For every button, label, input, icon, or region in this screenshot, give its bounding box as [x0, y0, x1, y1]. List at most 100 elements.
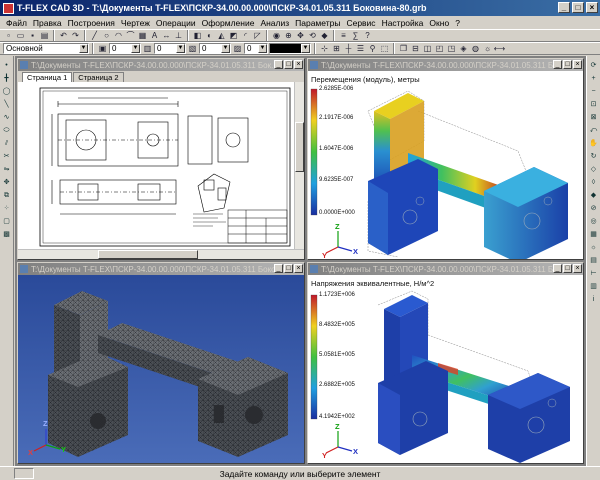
minimize-button[interactable]: _ [558, 2, 570, 13]
snap-icon[interactable]: ⊹ [319, 43, 330, 54]
style-field[interactable]: 0 ▼ [199, 43, 231, 54]
drawing-window-titlebar[interactable]: T:\Документы T-FLEX\ПСКР-34.00.00.000\ПС… [18, 59, 304, 71]
mesh-window-titlebar[interactable]: T:\Документы T-FLEX\ПСКР-34.00.00.000\ПС… [18, 263, 304, 275]
save-icon[interactable]: ▪ [27, 30, 38, 41]
menu-file[interactable]: Файл [3, 18, 30, 28]
tab-page-1[interactable]: Страница 1 [22, 72, 73, 82]
close-button[interactable]: × [294, 264, 303, 273]
view-top-icon[interactable]: ◰ [434, 43, 445, 54]
priority-field[interactable]: 0 ▼ [154, 43, 186, 54]
menu-help[interactable]: ? [452, 18, 463, 28]
zoom-out-icon[interactable]: − [588, 86, 599, 97]
menu-service[interactable]: Сервис [343, 18, 378, 28]
hatch-icon[interactable]: ▦ [137, 30, 148, 41]
stress-window-titlebar[interactable]: T:\Документы T-FLEX\ПСКР-34.00.00.000\ПС… [308, 263, 583, 275]
open-file-icon[interactable]: ▭ [15, 30, 26, 41]
camera-icon[interactable]: ◎ [588, 216, 599, 227]
menu-construct[interactable]: Построения [65, 18, 118, 28]
view-iso-icon[interactable]: ◈ [458, 43, 469, 54]
close-button[interactable]: × [294, 60, 303, 69]
layers-icon[interactable]: ☰ [355, 43, 366, 54]
minimize-button[interactable]: _ [274, 264, 283, 273]
new-file-icon[interactable]: ▫ [3, 30, 14, 41]
stress-viewport[interactable]: Напряжения эквивалентные, Н/м^2 1.1723E+… [308, 275, 583, 463]
model-menu-icon[interactable]: ▥ [588, 281, 599, 292]
level-field[interactable]: 0 ▼ [109, 43, 141, 54]
help-icon[interactable]: ? [362, 30, 373, 41]
lights-icon[interactable]: ☼ [588, 242, 599, 253]
minimize-button[interactable]: _ [274, 60, 283, 69]
color-combo[interactable]: ▼ [269, 43, 311, 54]
close-button[interactable]: × [573, 264, 582, 273]
zoom-in-icon[interactable]: + [588, 73, 599, 84]
view-icon[interactable]: ◉ [271, 30, 282, 41]
material-icon[interactable]: ▦ [588, 229, 599, 240]
move-icon[interactable]: ✥ [1, 177, 12, 188]
drawing-window[interactable]: T:\Документы T-FLEX\ПСКР-34.00.00.000\ПС… [17, 58, 305, 260]
minimize-button[interactable]: _ [553, 264, 562, 273]
displacement-window-titlebar[interactable]: T:\Документы T-FLEX\ПСКР-34.00.00.000\ПС… [308, 59, 583, 71]
refresh-icon[interactable]: ⟳ [588, 60, 599, 71]
spline-icon[interactable]: ∿ [1, 112, 12, 123]
info-icon[interactable]: i [588, 294, 599, 305]
offset-icon[interactable]: ⫽ [1, 138, 12, 149]
tab-page-2[interactable]: Страница 2 [73, 72, 124, 82]
construct-circle-icon[interactable]: ◯ [1, 86, 12, 97]
menu-window[interactable]: Окно [426, 18, 452, 28]
fillet-icon[interactable]: ◜ [240, 30, 251, 41]
extrude-icon[interactable]: ◧ [192, 30, 203, 41]
close-button[interactable]: × [573, 60, 582, 69]
view-side-icon[interactable]: ◳ [446, 43, 457, 54]
drawing-horizontal-scrollbar[interactable] [18, 249, 304, 259]
zoom-icon[interactable]: ⊕ [283, 30, 294, 41]
menu-settings[interactable]: Настройка [379, 18, 427, 28]
window-tile-icon[interactable]: ⊟ [410, 43, 421, 54]
shade-icon[interactable]: ◆ [319, 30, 330, 41]
menu-operations[interactable]: Операции [153, 18, 199, 28]
maximize-button[interactable]: □ [572, 2, 584, 13]
copy-icon[interactable]: ⧉ [1, 190, 12, 201]
view-front-icon[interactable]: ◫ [422, 43, 433, 54]
zoom-all-icon[interactable]: ⊠ [588, 112, 599, 123]
properties-icon[interactable]: ▤ [588, 255, 599, 266]
menu-design[interactable]: Оформление [199, 18, 258, 28]
fragment-icon[interactable]: ▢ [1, 216, 12, 227]
line-icon[interactable]: ╱ [89, 30, 100, 41]
menu-edit[interactable]: Правка [30, 18, 65, 28]
maximize-button[interactable]: □ [284, 60, 293, 69]
mesh-window[interactable]: T:\Документы T-FLEX\ПСКР-34.00.00.000\ПС… [17, 262, 305, 464]
picture-icon[interactable]: ▩ [1, 229, 12, 240]
drawing-viewport[interactable] [18, 82, 304, 259]
rotate-view-icon[interactable]: ↻ [588, 151, 599, 162]
chamfer-icon[interactable]: ◸ [252, 30, 263, 41]
variables-icon[interactable]: ∑ [350, 30, 361, 41]
menu-parameters[interactable]: Параметры [292, 18, 343, 28]
pan-icon[interactable]: ✥ [295, 30, 306, 41]
dimension-icon[interactable]: ↔ [161, 30, 172, 41]
point-icon[interactable]: • [1, 60, 12, 71]
trim-icon[interactable]: ✂ [1, 151, 12, 162]
minimize-button[interactable]: _ [553, 60, 562, 69]
mirror-icon[interactable]: ⇋ [1, 164, 12, 175]
print-icon[interactable]: ▤ [39, 30, 50, 41]
drawing-vertical-scrollbar[interactable] [294, 82, 304, 249]
filter-icon[interactable]: ⚲ [367, 43, 378, 54]
layer-combo[interactable]: Основной ▼ [3, 43, 89, 54]
zoom-window-icon[interactable]: ⊡ [588, 99, 599, 110]
construct-line-icon[interactable]: ╋ [1, 73, 12, 84]
arc-icon[interactable]: ◠ [113, 30, 124, 41]
maximize-button[interactable]: □ [563, 60, 572, 69]
parameters-icon[interactable]: ≡ [338, 30, 349, 41]
stress-window[interactable]: T:\Документы T-FLEX\ПСКР-34.00.00.000\ПС… [307, 262, 584, 464]
maximize-button[interactable]: □ [284, 264, 293, 273]
zoom-prev-icon[interactable]: ⤺ [588, 125, 599, 136]
array-icon[interactable]: ⁘ [1, 203, 12, 214]
mesh-viewport[interactable]: Y X Z [18, 275, 304, 463]
maximize-button[interactable]: □ [563, 264, 572, 273]
displacement-viewport[interactable]: Перемещения (модуль), метры 2.6285E-006 … [308, 71, 583, 259]
redo-icon[interactable]: ↷ [70, 30, 81, 41]
rotate-icon[interactable]: ◐ [204, 30, 215, 41]
width-field[interactable]: 0 ▼ [244, 43, 268, 54]
orbit-icon[interactable]: ⟲ [307, 30, 318, 41]
hidden-lines-icon[interactable]: ◊ [588, 177, 599, 188]
